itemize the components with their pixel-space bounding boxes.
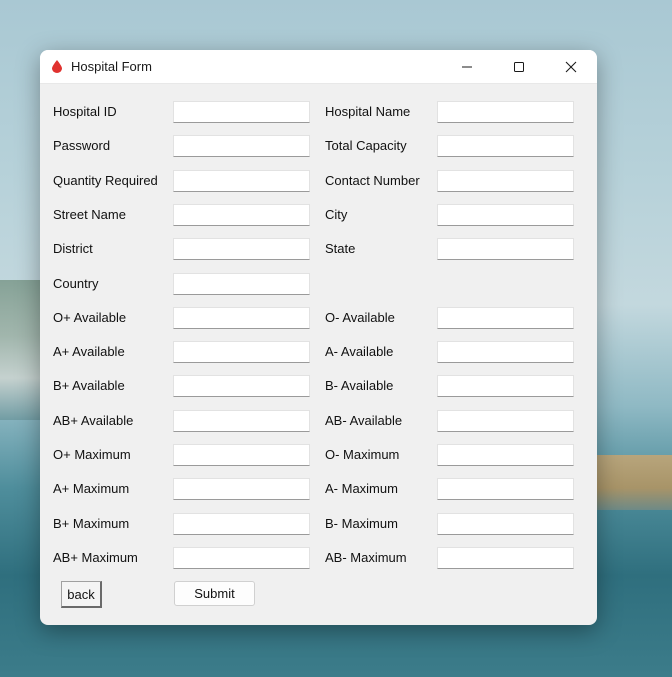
o-minus-maximum-label: O- Maximum [325, 447, 400, 462]
o-minus-maximum-input[interactable] [437, 444, 574, 466]
hospital-name-input[interactable] [437, 101, 574, 123]
street-name-label: Street Name [53, 206, 126, 222]
b-plus-maximum-label: B+ Maximum [53, 515, 130, 531]
hospital-form-window: Hospital Form Hospital ID Hospital Name Pa… [40, 50, 597, 625]
minimize-icon [462, 66, 472, 67]
o-minus-available-label: O- Available [325, 309, 395, 325]
a-plus-maximum-label: A+ Maximum [53, 481, 130, 497]
o-plus-maximum-input[interactable] [173, 444, 310, 466]
o-plus-maximum-label: O+ Maximum [53, 447, 131, 462]
ab-plus-available-label: AB+ Available [53, 412, 134, 428]
submit-button[interactable]: Submit [174, 581, 255, 606]
state-input[interactable] [437, 238, 574, 261]
a-minus-maximum-label: A- Maximum [325, 481, 398, 497]
a-minus-available-label: A- Available [325, 344, 394, 360]
maximize-button[interactable] [496, 50, 542, 83]
total-capacity-input[interactable] [437, 135, 574, 158]
quantity-required-label: Quantity Required [53, 172, 158, 188]
back-button[interactable]: back [61, 581, 102, 608]
o-plus-available-label: O+ Available [53, 309, 127, 325]
ab-minus-maximum-label: AB- Maximum [325, 549, 407, 565]
ab-minus-maximum-input[interactable] [437, 546, 574, 569]
maximize-icon [514, 61, 524, 72]
b-minus-maximum-input[interactable] [437, 512, 574, 535]
a-plus-maximum-input[interactable] [173, 478, 310, 501]
wallpaper-reeds-right [592, 455, 672, 510]
street-name-input[interactable] [173, 203, 310, 226]
close-button[interactable] [548, 50, 594, 83]
district-label: District [53, 241, 93, 257]
b-minus-maximum-label: B- Maximum [325, 515, 398, 531]
total-capacity-label: Total Capacity [325, 138, 407, 154]
minimize-button[interactable] [444, 50, 490, 83]
title-bar[interactable]: Hospital Form [40, 50, 597, 84]
a-minus-available-input[interactable] [437, 341, 574, 364]
ab-plus-maximum-label: AB+ Maximum [53, 549, 138, 565]
district-input[interactable] [173, 238, 310, 261]
ab-minus-available-input[interactable] [437, 409, 574, 432]
city-input[interactable] [437, 203, 574, 226]
password-input[interactable] [173, 135, 310, 158]
ab-plus-available-input[interactable] [173, 409, 310, 432]
state-label: State [325, 241, 356, 257]
hospital-id-input[interactable] [173, 101, 310, 123]
quantity-required-input[interactable] [173, 169, 310, 192]
country-input[interactable] [173, 272, 310, 295]
contact-number-label: Contact Number [325, 172, 420, 188]
contact-number-input[interactable] [437, 169, 574, 192]
blood-drop-icon [52, 60, 62, 73]
ab-plus-maximum-input[interactable] [173, 546, 310, 569]
b-minus-available-input[interactable] [437, 375, 574, 398]
hospital-id-label: Hospital ID [53, 104, 117, 119]
a-minus-maximum-input[interactable] [437, 478, 574, 501]
b-plus-available-label: B+ Available [53, 378, 125, 394]
b-plus-maximum-input[interactable] [173, 512, 310, 535]
window-title: Hospital Form [71, 59, 152, 74]
country-label: Country [53, 275, 99, 291]
a-plus-available-label: A+ Available [53, 344, 125, 360]
o-minus-available-input[interactable] [437, 306, 574, 329]
close-icon [565, 61, 577, 72]
b-plus-available-input[interactable] [173, 375, 310, 398]
password-label: Password [53, 138, 111, 154]
ab-minus-available-label: AB- Available [325, 412, 403, 428]
b-minus-available-label: B- Available [325, 378, 394, 394]
a-plus-available-input[interactable] [173, 341, 310, 364]
hospital-name-label: Hospital Name [325, 104, 411, 119]
city-label: City [325, 206, 348, 222]
o-plus-available-input[interactable] [173, 306, 310, 329]
